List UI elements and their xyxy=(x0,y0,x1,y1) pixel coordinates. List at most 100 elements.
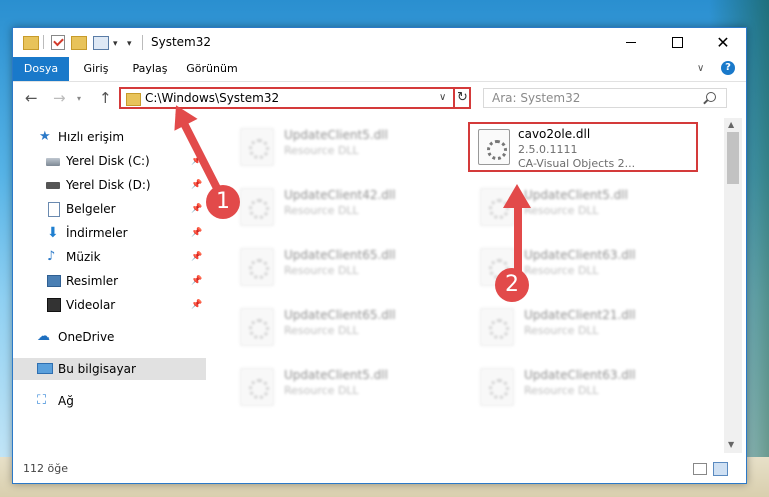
file-item[interactable]: UpdateClient65.dll Resource DLL xyxy=(228,302,458,352)
file-list: UpdateClient5.dll Resource DLL cavo2ole.… xyxy=(218,118,723,443)
network-icon: ⛶ xyxy=(37,393,47,408)
minimize-button[interactable] xyxy=(608,28,654,57)
tab-view[interactable]: Görünüm xyxy=(183,57,241,81)
new-folder-icon[interactable] xyxy=(71,36,87,50)
help-icon[interactable]: ? xyxy=(721,61,735,75)
view-options-icon[interactable] xyxy=(93,36,109,50)
sidebar-item-local-disk-c[interactable]: Yerel Disk (C:) 📌 xyxy=(13,150,208,172)
callout-badge-1: 1 xyxy=(206,185,240,219)
drive-icon xyxy=(46,182,60,189)
arrowhead-icon xyxy=(503,184,531,208)
sidebar-item-label: Yerel Disk (C:) xyxy=(66,154,150,168)
sidebar-item-label: Hızlı erişim xyxy=(58,130,125,144)
back-arrow-icon[interactable]: ← xyxy=(25,89,38,107)
navigation-bar: ← → ▾ ↑ C:\Windows\System32 ∨ ↻ Ara: Sys… xyxy=(13,82,746,116)
sidebar-item-label: Resimler xyxy=(66,274,119,288)
file-explorer-window: ▾ ▾ System32 ✕ Dosya Giriş Paylaş Görünü… xyxy=(12,27,747,484)
scroll-up-icon[interactable]: ▲ xyxy=(728,120,734,129)
file-item[interactable]: UpdateClient42.dll Resource DLL xyxy=(228,182,458,232)
file-type: Resource DLL xyxy=(524,384,599,397)
sidebar-item-music[interactable]: ♪ Müzik 📌 xyxy=(13,246,208,268)
file-item[interactable]: UpdateClient5.dll Resource DLL xyxy=(228,122,458,172)
file-type: Resource DLL xyxy=(524,264,599,277)
chevron-down-icon[interactable]: ▾ xyxy=(113,37,118,51)
file-item[interactable]: UpdateClient65.dll Resource DLL xyxy=(228,242,458,292)
file-type: Resource DLL xyxy=(284,204,359,217)
pin-icon[interactable]: 📌 xyxy=(191,246,202,268)
sidebar-item-documents[interactable]: Belgeler 📌 xyxy=(13,198,208,220)
file-name: UpdateClient65.dll xyxy=(284,248,396,262)
close-button[interactable]: ✕ xyxy=(700,28,746,57)
file-item[interactable]: UpdateClient21.dll Resource DLL xyxy=(468,302,698,352)
window-title: System32 xyxy=(151,35,212,49)
tab-share[interactable]: Paylaş xyxy=(127,57,173,81)
file-type: Resource DLL xyxy=(284,384,359,397)
vertical-scrollbar[interactable]: ▲ ▼ xyxy=(724,118,742,453)
sidebar-item-this-pc[interactable]: Bu bilgisayar xyxy=(13,358,206,380)
file-name: UpdateClient5.dll xyxy=(524,188,628,202)
sidebar-item-quick-access[interactable]: ★ Hızlı erişim xyxy=(13,126,208,148)
sidebar-item-label: Yerel Disk (D:) xyxy=(66,178,151,192)
computer-icon xyxy=(37,363,53,374)
tab-file[interactable]: Dosya xyxy=(13,57,69,81)
pictures-icon xyxy=(47,275,61,287)
title-separator xyxy=(142,35,143,50)
file-type: Resource DLL xyxy=(284,144,359,157)
music-icon: ♪ xyxy=(47,249,56,264)
sidebar-item-downloads[interactable]: ⬇ İndirmeler 📌 xyxy=(13,222,208,244)
file-name: UpdateClient21.dll xyxy=(524,308,636,322)
pin-icon[interactable]: 📌 xyxy=(191,270,202,292)
file-item[interactable]: UpdateClient5.dll Resource DLL xyxy=(228,362,458,412)
scroll-down-icon[interactable]: ▼ xyxy=(728,440,734,449)
dll-file-icon xyxy=(240,308,274,346)
drive-icon xyxy=(46,158,60,166)
star-icon: ★ xyxy=(39,129,51,144)
item-count: 112 öğe xyxy=(23,462,68,475)
downloads-icon: ⬇ xyxy=(47,225,59,241)
dll-file-icon xyxy=(240,188,274,226)
file-name: UpdateClient65.dll xyxy=(284,308,396,322)
chevron-down-icon[interactable]: ∨ xyxy=(439,92,446,103)
file-name: UpdateClient5.dll xyxy=(284,368,388,382)
large-icons-view-icon[interactable] xyxy=(713,462,728,476)
sidebar-item-label: Bu bilgisayar xyxy=(58,362,136,376)
details-view-icon[interactable] xyxy=(693,463,707,475)
customize-toolbar-icon[interactable]: ▾ xyxy=(127,37,132,51)
refresh-icon[interactable]: ↻ xyxy=(457,90,468,105)
scroll-thumb[interactable] xyxy=(727,132,739,184)
navigation-pane: ★ Hızlı erişim Yerel Disk (C:) 📌 Yerel D… xyxy=(13,118,208,443)
pin-icon[interactable]: 📌 xyxy=(191,222,202,244)
search-box[interactable]: Ara: System32 xyxy=(483,88,727,108)
forward-arrow-icon[interactable]: → xyxy=(53,89,66,107)
videos-icon xyxy=(47,298,61,312)
recent-locations-icon[interactable]: ▾ xyxy=(77,94,81,103)
folder-icon xyxy=(23,36,39,50)
file-name: UpdateClient63.dll xyxy=(524,248,636,262)
pin-icon[interactable]: 📌 xyxy=(191,294,202,316)
file-item[interactable]: UpdateClient63.dll Resource DLL xyxy=(468,362,698,412)
search-icon[interactable] xyxy=(706,92,716,102)
file-item-highlighted[interactable]: cavo2ole.dll 2.5.0.1111 CA-Visual Object… xyxy=(468,122,698,172)
sidebar-item-label: OneDrive xyxy=(58,330,115,344)
file-name: UpdateClient5.dll xyxy=(284,128,388,142)
status-bar: 112 öğe xyxy=(13,457,746,481)
sidebar-item-onedrive[interactable]: ☁ OneDrive xyxy=(13,326,208,348)
up-arrow-icon[interactable]: ↑ xyxy=(99,89,112,107)
properties-check-icon[interactable] xyxy=(51,35,65,50)
pin-icon[interactable]: 📌 xyxy=(191,174,202,196)
sidebar-item-local-disk-d[interactable]: Yerel Disk (D:) 📌 xyxy=(13,174,208,196)
address-path[interactable]: C:\Windows\System32 xyxy=(145,91,279,105)
file-type: Resource DLL xyxy=(524,204,599,217)
file-name: cavo2ole.dll xyxy=(518,127,591,141)
search-input[interactable]: Ara: System32 xyxy=(492,91,580,105)
chevron-down-icon[interactable]: ∨ xyxy=(697,63,704,74)
folder-icon xyxy=(126,93,141,106)
maximize-button[interactable] xyxy=(654,28,700,57)
tab-home[interactable]: Giriş xyxy=(77,57,115,81)
address-bar[interactable]: C:\Windows\System32 ∨ ↻ xyxy=(119,87,471,109)
sidebar-item-videos[interactable]: Videolar 📌 xyxy=(13,294,208,316)
sidebar-item-network[interactable]: ⛶ Ağ xyxy=(13,390,208,412)
sidebar-item-pictures[interactable]: Resimler 📌 xyxy=(13,270,208,292)
sidebar-item-label: Müzik xyxy=(66,250,101,264)
pin-icon[interactable]: 📌 xyxy=(191,198,202,220)
